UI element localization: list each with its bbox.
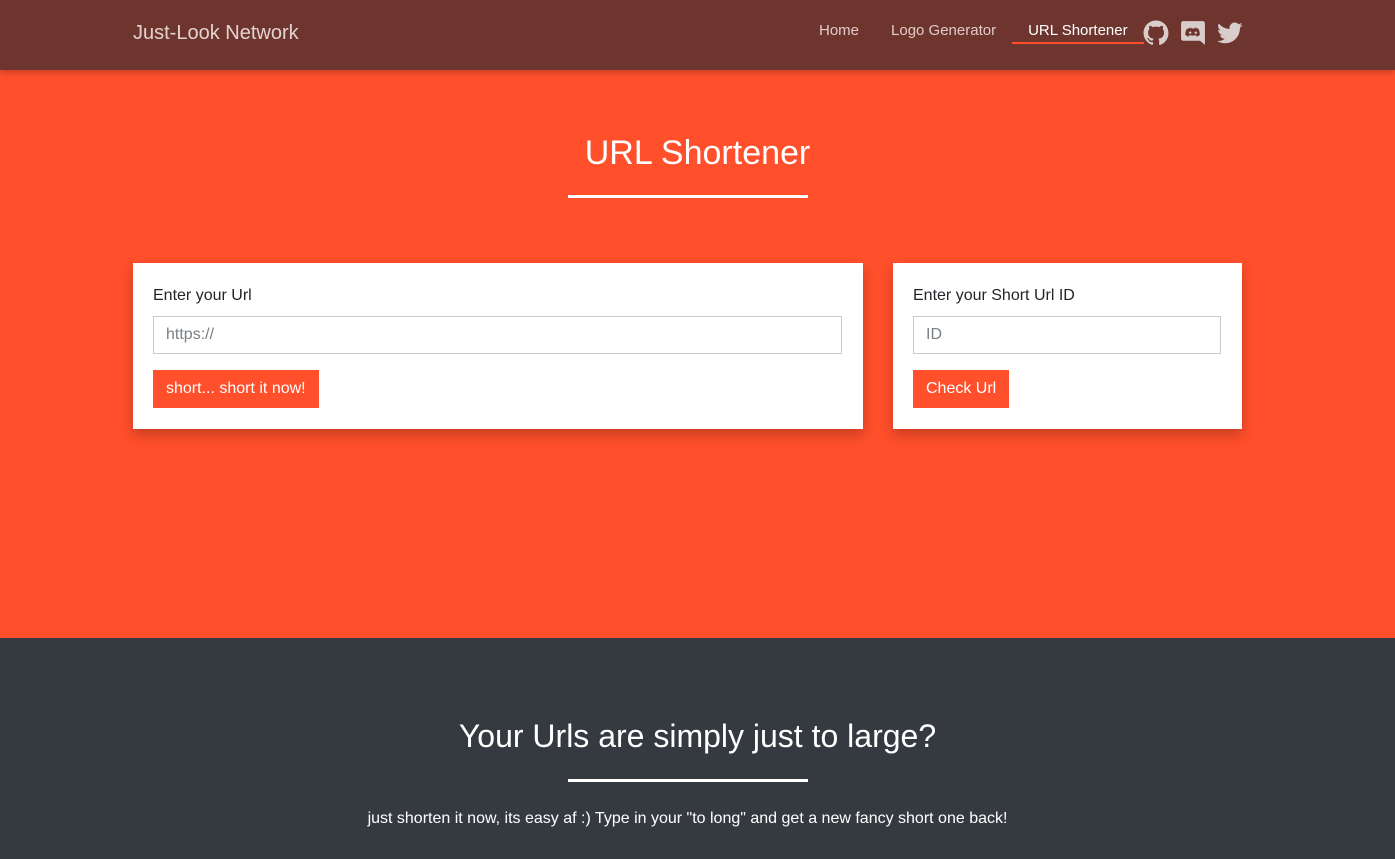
short-id-input-label: Enter your Short Url ID [913, 287, 1075, 304]
title-divider [568, 195, 808, 198]
twitter-icon[interactable] [1217, 20, 1243, 46]
url-input-label: Enter your Url [153, 287, 252, 304]
social-icons [1143, 20, 1254, 46]
url-input[interactable] [153, 316, 842, 354]
brand-link[interactable]: Just-Look Network [133, 22, 299, 45]
check-url-button[interactable]: Check Url [913, 370, 1010, 408]
nav-link-url-shortener[interactable]: URL Shortener [1012, 0, 1144, 44]
short-id-input[interactable] [913, 316, 1221, 354]
page-title: URL Shortener [584, 134, 811, 172]
info-title: Your Urls are simply just to large? [458, 718, 937, 754]
discord-icon[interactable] [1180, 20, 1206, 46]
nav-link-home[interactable]: Home [803, 0, 875, 44]
nav-link-logo-generator[interactable]: Logo Generator [875, 0, 1012, 44]
check-url-card: Enter your Short Url ID Check Url [893, 263, 1242, 429]
info-divider [568, 779, 808, 782]
github-icon[interactable] [1143, 20, 1169, 46]
nav-links: Home Logo Generator URL Shortener [803, 0, 1144, 70]
info-section: Your Urls are simply just to large? just… [0, 638, 1395, 859]
info-text: just shorten it now, its easy af :) Type… [367, 810, 1008, 827]
shorten-url-card: Enter your Url short... short it now! [133, 263, 863, 429]
top-navbar: Just-Look Network Home Logo Generator UR… [0, 0, 1395, 70]
shorten-button[interactable]: short... short it now! [153, 370, 319, 408]
hero-section: URL Shortener Enter your Url short... sh… [0, 70, 1395, 638]
